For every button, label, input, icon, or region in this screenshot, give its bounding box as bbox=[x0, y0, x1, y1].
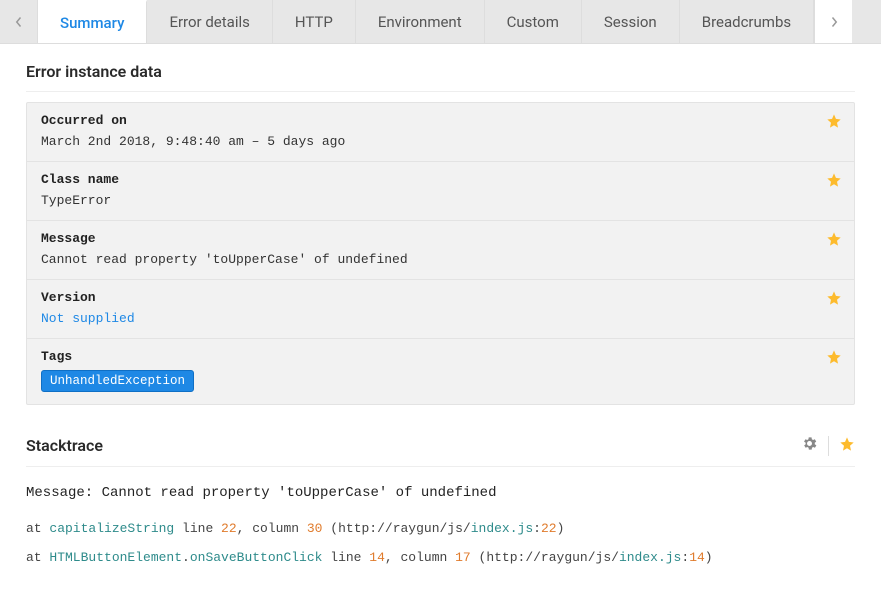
row-message: Message Cannot read property 'toUpperCas… bbox=[27, 221, 854, 280]
tok-fn: capitalizeString bbox=[49, 521, 174, 536]
row-value: Cannot read property 'toUpperCase' of un… bbox=[41, 252, 840, 267]
stacktrace-message: Message: Cannot read property 'toUpperCa… bbox=[26, 485, 855, 501]
tab-environment[interactable]: Environment bbox=[356, 0, 485, 43]
tok-punc: (http://raygun/js/ bbox=[322, 521, 470, 536]
tab-scroll-left[interactable] bbox=[0, 0, 38, 43]
row-label: Version bbox=[41, 290, 840, 305]
row-value: March 2nd 2018, 9:48:40 am – 5 days ago bbox=[41, 134, 840, 149]
tab-http[interactable]: HTTP bbox=[273, 0, 356, 43]
message-text: Cannot read property 'toUpperCase' of un… bbox=[102, 485, 497, 501]
row-value: TypeError bbox=[41, 193, 840, 208]
tok-fn: onSaveButtonClick bbox=[190, 550, 323, 565]
tok-num: 22 bbox=[541, 521, 557, 536]
tok-punc: : bbox=[533, 521, 541, 536]
section-title-stacktrace: Stacktrace bbox=[26, 435, 855, 467]
gear-icon[interactable] bbox=[801, 435, 818, 456]
star-icon[interactable] bbox=[826, 349, 842, 369]
tok-num: 17 bbox=[455, 550, 471, 565]
section-title-text: Stacktrace bbox=[26, 436, 103, 455]
star-icon[interactable] bbox=[826, 113, 842, 133]
row-occurred-on: Occurred on March 2nd 2018, 9:48:40 am –… bbox=[27, 103, 854, 162]
tab-bar: Summary Error details HTTP Environment C… bbox=[0, 0, 881, 44]
tok-fn: HTMLButtonElement bbox=[49, 550, 182, 565]
tok-at: at bbox=[26, 550, 49, 565]
star-icon[interactable] bbox=[826, 231, 842, 251]
row-version: Version Not supplied bbox=[27, 280, 854, 339]
tok-kw: , column bbox=[237, 521, 307, 536]
star-icon[interactable] bbox=[839, 436, 855, 456]
stack-frame: at HTMLButtonElement.onSaveButtonClick l… bbox=[26, 550, 855, 565]
tok-at: at bbox=[26, 521, 49, 536]
divider bbox=[828, 436, 829, 456]
tag-chip[interactable]: UnhandledException bbox=[41, 370, 194, 392]
tab-scroll-right[interactable] bbox=[814, 0, 852, 43]
tok-kw: line bbox=[322, 550, 369, 565]
tab-session[interactable]: Session bbox=[582, 0, 680, 43]
tab-error-details[interactable]: Error details bbox=[147, 0, 272, 43]
row-label: Occurred on bbox=[41, 113, 840, 128]
tok-num: 14 bbox=[689, 550, 705, 565]
row-label: Class name bbox=[41, 172, 840, 187]
row-label: Tags bbox=[41, 349, 840, 364]
star-icon[interactable] bbox=[826, 172, 842, 192]
tok-punc: ) bbox=[557, 521, 565, 536]
tab-summary[interactable]: Summary bbox=[38, 0, 147, 43]
tok-punc: ) bbox=[705, 550, 713, 565]
section-title-text: Error instance data bbox=[26, 62, 162, 81]
tok-file: index.js bbox=[471, 521, 533, 536]
tab-breadcrumbs[interactable]: Breadcrumbs bbox=[680, 0, 814, 43]
row-value-link[interactable]: Not supplied bbox=[41, 311, 840, 326]
tok-num: 14 bbox=[369, 550, 385, 565]
tok-kw: , column bbox=[385, 550, 455, 565]
tab-custom[interactable]: Custom bbox=[485, 0, 582, 43]
instance-data-card: Occurred on March 2nd 2018, 9:48:40 am –… bbox=[26, 102, 855, 405]
tok-kw: line bbox=[174, 521, 221, 536]
section-title-instance: Error instance data bbox=[26, 62, 855, 92]
tok-punc: (http://raygun/js/ bbox=[471, 550, 619, 565]
star-icon[interactable] bbox=[826, 290, 842, 310]
tok-num: 22 bbox=[221, 521, 237, 536]
row-label: Message bbox=[41, 231, 840, 246]
tok-file: index.js bbox=[619, 550, 681, 565]
tok-punc: . bbox=[182, 550, 190, 565]
row-class-name: Class name TypeError bbox=[27, 162, 854, 221]
row-tags: Tags UnhandledException bbox=[27, 339, 854, 404]
tok-num: 30 bbox=[307, 521, 323, 536]
stack-frame: at capitalizeString line 22, column 30 (… bbox=[26, 521, 855, 536]
message-prefix: Message: bbox=[26, 485, 102, 501]
